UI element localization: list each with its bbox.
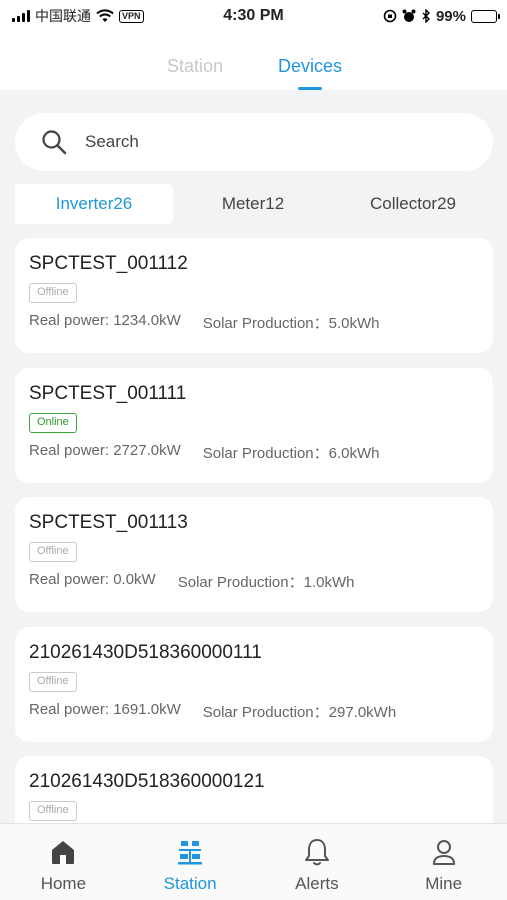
real-power: Real power: 2727.0kW [29,442,181,459]
tab-station[interactable]: Station [167,56,223,77]
search-input[interactable]: Search [15,113,493,171]
real-power: Real power: 1234.0kW [29,312,181,329]
nav-alerts-label: Alerts [295,874,339,893]
tab-devices[interactable]: Devices [278,56,342,77]
device-metrics: Real power: 0.0kW Solar Production：1.0kW… [29,571,493,592]
nav-station[interactable]: Station [127,824,254,900]
tab-collector[interactable]: Collector29 [333,184,493,224]
orientation-lock-icon [383,9,397,23]
nav-station-label: Station [163,874,217,893]
tab-meter[interactable]: Meter12 [173,184,333,224]
device-name: 210261430D518360000121 [29,771,265,792]
signal-icon [12,10,30,22]
device-list: SPCTEST_001112 Offline Real power: 1234.… [15,238,493,823]
top-tab-bar: Station Devices [0,32,507,90]
real-power: Real power: 0.0kW [29,571,156,588]
nav-alerts[interactable]: Alerts [254,824,381,900]
nav-home-label: Home [40,874,87,893]
tab-inverter[interactable]: Inverter26 [15,184,173,224]
device-name: SPCTEST_001112 [29,253,188,274]
bottom-nav: Home Station Alerts Mine [0,823,507,900]
search-placeholder: Search [85,132,139,151]
device-name: SPCTEST_001113 [29,512,188,533]
home-icon [52,841,75,864]
battery-percent: 99% [435,7,466,25]
status-badge: Offline [29,542,77,562]
device-metrics: Real power: 2727.0kW Solar Production：6.… [29,442,493,463]
device-metrics: Real power: 1691.0kW Solar Production：29… [29,701,493,722]
status-right: 99% [383,7,500,25]
real-power: Real power: 1691.0kW [29,701,181,718]
solar-production: Solar Production：5.0kWh [202,315,380,332]
user-icon [432,840,455,865]
wifi-icon [96,9,114,22]
device-name: 210261430D518360000111 [29,642,262,663]
solar-panel-icon [178,841,203,865]
device-metrics: Real power: 1234.0kW Solar Production：5.… [29,312,493,333]
device-card[interactable]: 210261430D518360000121 Offline [15,756,493,823]
active-tab-indicator [298,87,322,90]
search-icon [42,130,67,155]
battery-icon [471,9,500,23]
solar-production: Solar Production：297.0kWh [202,704,397,721]
carrier-name: 中国联通 [35,8,91,24]
device-card[interactable]: SPCTEST_001113 Offline Real power: 0.0kW… [15,497,493,612]
vpn-badge: VPN [119,9,144,23]
device-name: SPCTEST_001111 [29,383,187,404]
status-badge: Offline [29,801,77,821]
solar-production: Solar Production：1.0kWh [177,574,355,591]
nav-home[interactable]: Home [0,824,127,900]
nav-mine-label: Mine [425,874,463,893]
status-left: 中国联通 VPN [12,6,144,26]
nav-mine[interactable]: Mine [380,824,507,900]
alarm-icon [402,9,416,22]
bell-icon [304,839,329,866]
status-badge: Offline [29,283,77,303]
status-badge: Offline [29,672,77,692]
status-badge: Online [29,413,77,433]
device-card[interactable]: 210261430D518360000111 Offline Real powe… [15,627,493,742]
bluetooth-icon [422,9,430,23]
solar-production: Solar Production：6.0kWh [202,445,380,462]
status-bar: 中国联通 VPN 4:30 PM 99% [0,0,507,32]
device-type-tabs: Inverter26 Meter12 Collector29 [15,184,493,224]
device-card[interactable]: SPCTEST_001112 Offline Real power: 1234.… [15,238,493,353]
device-card[interactable]: SPCTEST_001111 Online Real power: 2727.0… [15,368,493,483]
